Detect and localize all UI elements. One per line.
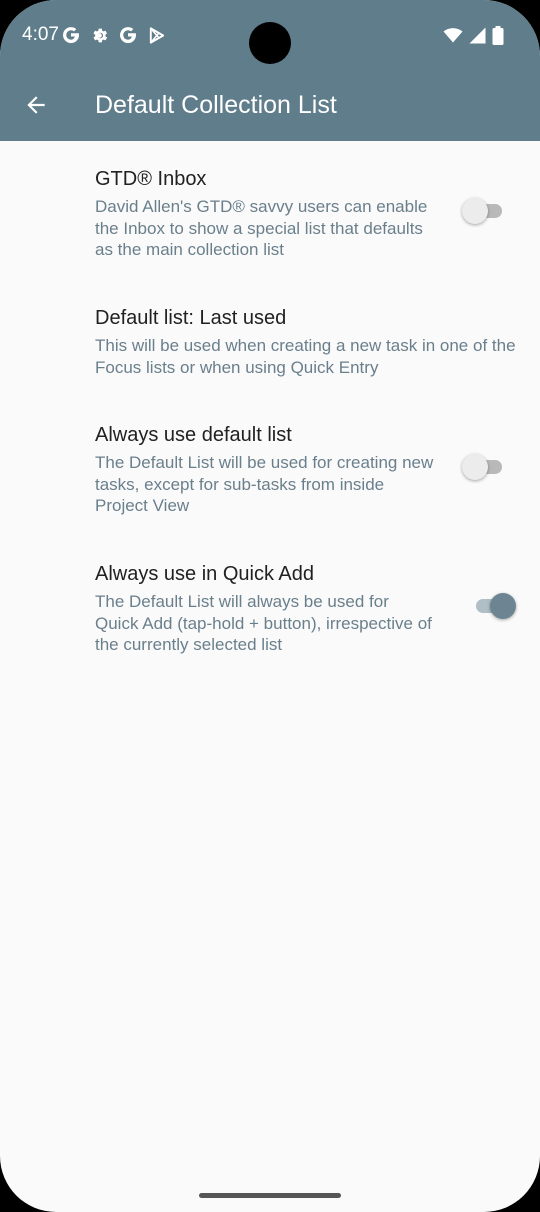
- play-store-icon: [147, 26, 166, 45]
- system-status-icons: [443, 24, 504, 46]
- battery-icon: [492, 25, 504, 45]
- pref-summary: This will be used when creating a new ta…: [95, 336, 516, 377]
- pref-title: Always use default list: [95, 424, 292, 446]
- wifi-icon: [443, 27, 463, 43]
- pref-default-list[interactable]: Default list: Last used This will be use…: [0, 305, 540, 400]
- pref-always-use-default-list[interactable]: Always use default list The Default List…: [0, 422, 540, 537]
- pref-always-use-quick-add[interactable]: Always use in Quick Add The Default List…: [0, 561, 540, 676]
- switch-thumb: [462, 454, 488, 480]
- pref-summary: David Allen's GTD® savvy users can enabl…: [95, 197, 428, 259]
- gear-icon: [90, 26, 109, 45]
- pref-gtd-inbox[interactable]: GTD® Inbox David Allen's GTD® savvy user…: [0, 166, 540, 281]
- home-indicator[interactable]: [199, 1193, 341, 1198]
- screen: 4:07 Default Collection List GTD® Inbox …: [0, 0, 540, 1212]
- page-title: Default Collection List: [95, 91, 337, 119]
- always-use-quick-add-switch[interactable]: [472, 591, 516, 621]
- notification-icons: [62, 24, 166, 46]
- google-g-icon: [119, 26, 137, 44]
- pref-title: GTD® Inbox: [95, 168, 207, 190]
- pref-title: Default list: Last used: [95, 307, 287, 329]
- app-bar: 4:07 Default Collection List: [0, 0, 540, 141]
- arrow-back-icon: [27, 96, 45, 114]
- switch-thumb: [490, 593, 516, 619]
- pref-title: Always use in Quick Add: [95, 563, 314, 585]
- status-time: 4:07: [22, 24, 59, 45]
- gtd-inbox-switch[interactable]: [462, 196, 506, 226]
- always-use-default-list-switch[interactable]: [462, 452, 506, 482]
- google-g-icon: [62, 26, 80, 44]
- switch-thumb: [462, 198, 488, 224]
- back-button[interactable]: [14, 83, 58, 127]
- pref-summary: The Default List will always be used for…: [95, 592, 432, 654]
- camera-cutout: [249, 22, 291, 64]
- pref-summary: The Default List will be used for creati…: [95, 453, 434, 515]
- signal-icon: [469, 27, 486, 44]
